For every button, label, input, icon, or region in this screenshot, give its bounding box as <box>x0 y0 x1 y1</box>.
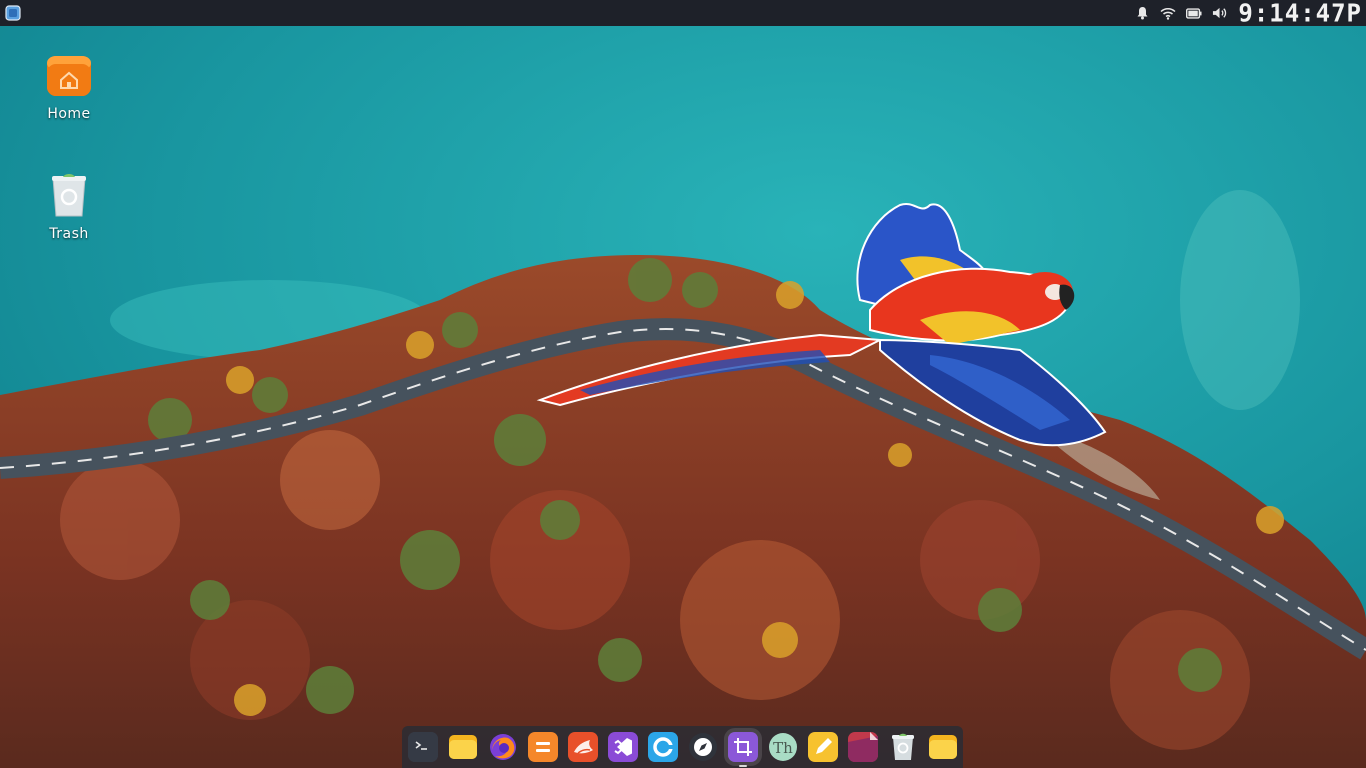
dock-item-files[interactable] <box>448 732 478 762</box>
terminal-icon <box>407 732 438 762</box>
dock-item-firefox[interactable] <box>488 732 518 762</box>
font-th-icon: Th <box>768 733 797 761</box>
battery-icon <box>1186 7 1202 19</box>
document-red-icon <box>847 732 878 762</box>
compass-icon <box>688 733 717 761</box>
dock: Th <box>402 726 963 768</box>
bell-icon <box>1137 7 1148 20</box>
wifi-icon <box>1160 7 1176 20</box>
system-tray: 9:14:47P <box>1134 0 1362 27</box>
dock-item-app-red[interactable] <box>847 732 878 762</box>
desktop-icon-trash[interactable]: Trash <box>19 172 119 242</box>
trash-bin-icon <box>52 174 86 217</box>
sublime-text-icon <box>527 732 558 762</box>
dock-item-app-orange[interactable] <box>567 732 598 762</box>
network-button[interactable] <box>1160 5 1176 21</box>
dock-item-compass[interactable] <box>688 732 718 762</box>
volume-icon <box>1213 7 1227 19</box>
dock-item-notes[interactable] <box>807 732 838 762</box>
folder-icon <box>448 735 477 759</box>
dock-item-trash[interactable] <box>888 732 918 762</box>
desktop-icon-label: Trash <box>49 226 89 242</box>
folder-icon <box>928 735 957 759</box>
desktop-wallpaper <box>0 0 1366 768</box>
c-app-icon <box>647 732 678 762</box>
dock-item-folder[interactable] <box>928 732 958 762</box>
bird-app-icon <box>567 732 598 762</box>
crop-icon <box>727 732 758 762</box>
app-launcher-button[interactable] <box>4 4 22 22</box>
svg-text:Th: Th <box>773 739 793 757</box>
trash-bin-icon <box>891 733 914 760</box>
notification-button[interactable] <box>1134 5 1150 21</box>
dock-item-terminal[interactable] <box>407 732 438 762</box>
firefox-icon <box>489 734 516 760</box>
dock-item-screenshot[interactable] <box>723 728 762 767</box>
desktop-icon-home[interactable]: Home <box>19 52 119 122</box>
home-folder-icon <box>47 56 91 96</box>
top-panel: 9:14:47P <box>0 0 1366 27</box>
dock-item-vscode[interactable] <box>607 732 638 762</box>
clock[interactable]: 9:14:47P <box>1238 0 1362 27</box>
app-launcher-icon <box>5 5 21 21</box>
dock-item-sublime[interactable] <box>527 732 558 762</box>
visual-studio-icon <box>607 732 638 762</box>
desktop-icon-label: Home <box>47 106 91 122</box>
battery-button[interactable] <box>1186 5 1202 21</box>
volume-button[interactable] <box>1212 5 1228 21</box>
dock-item-app-blue[interactable] <box>647 732 678 762</box>
dock-item-typography[interactable]: Th <box>768 732 798 762</box>
pencil-note-icon <box>807 732 838 762</box>
